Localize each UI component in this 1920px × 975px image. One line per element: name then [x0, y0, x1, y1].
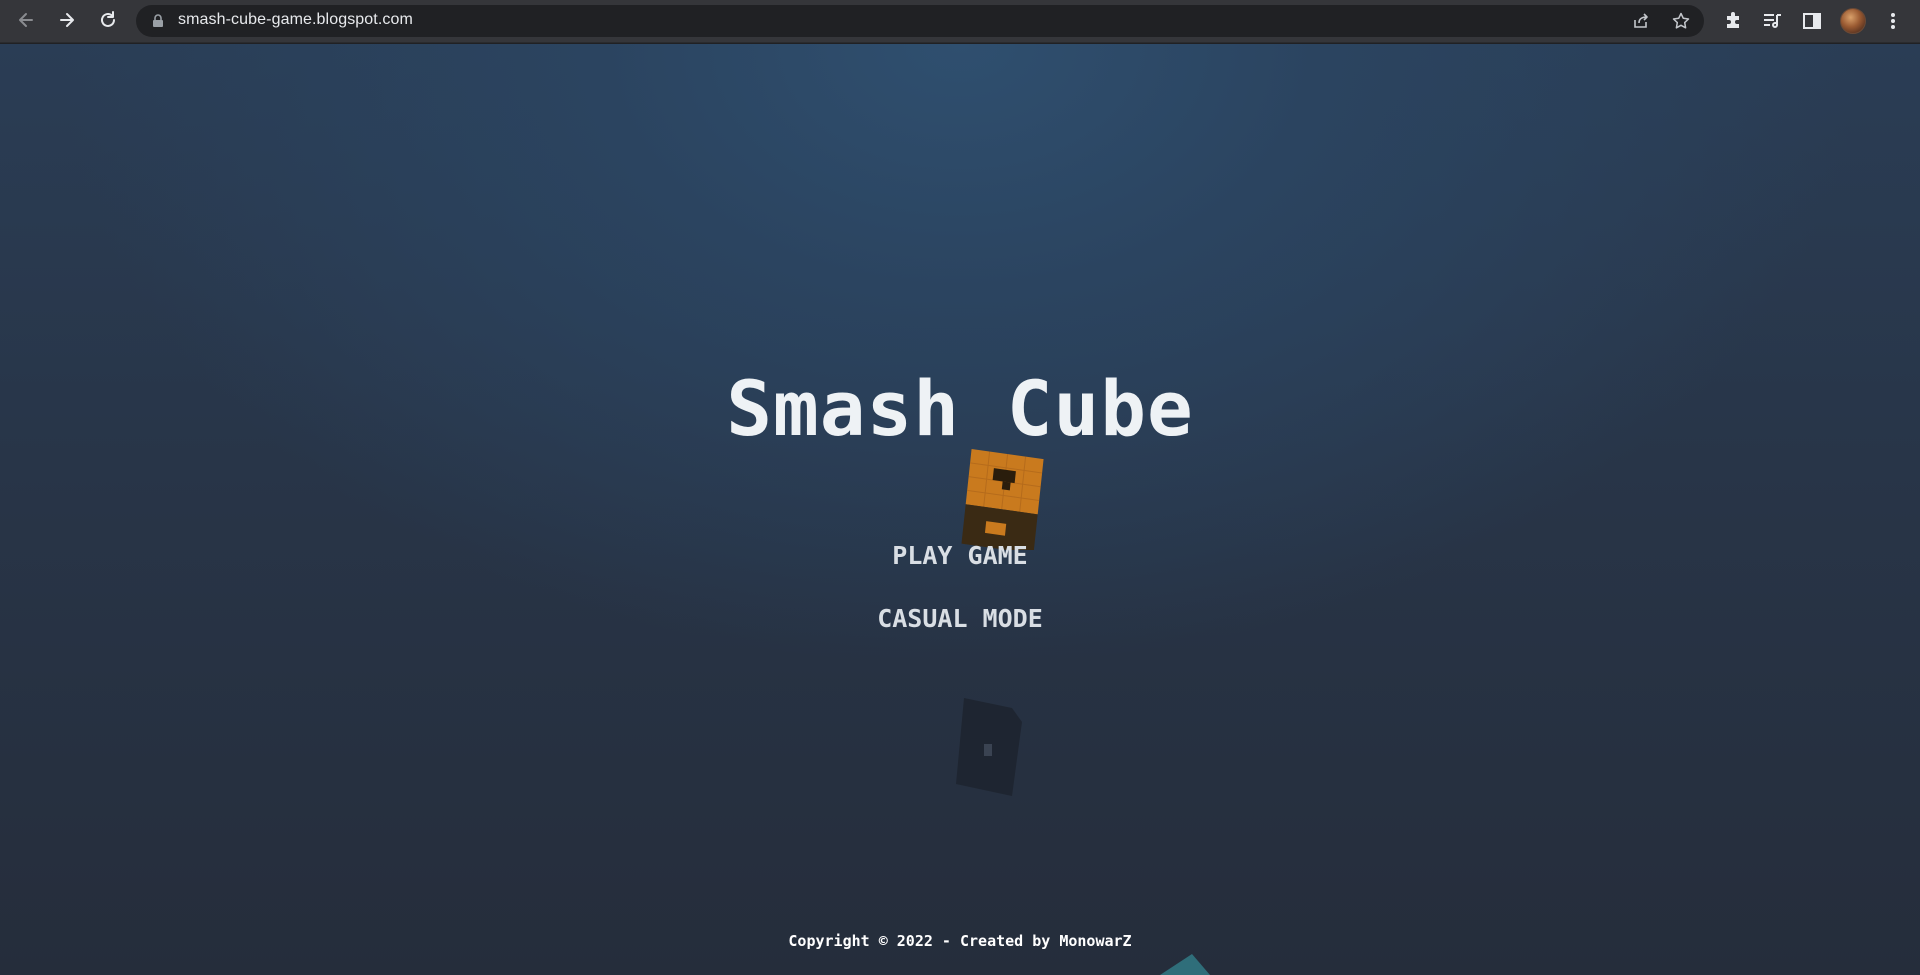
- copyright-footer: Copyright © 2022 - Created by MonowarZ: [788, 932, 1132, 950]
- game-viewport[interactable]: Smash Cube PLAY GAME CASUAL MODE Copyrig…: [0, 44, 1920, 975]
- reload-icon[interactable]: [94, 6, 122, 34]
- side-panel-icon[interactable]: [1801, 10, 1823, 32]
- address-bar[interactable]: smash-cube-game.blogspot.com: [136, 5, 1704, 37]
- play-game-button[interactable]: PLAY GAME: [0, 541, 1920, 570]
- media-icon[interactable]: [1761, 10, 1783, 32]
- back-icon[interactable]: [12, 6, 40, 34]
- star-icon[interactable]: [1671, 11, 1691, 31]
- extensions-icon[interactable]: [1722, 10, 1744, 32]
- orange-cube: [961, 449, 1044, 550]
- share-icon[interactable]: [1631, 11, 1651, 31]
- menu-icon[interactable]: [1882, 10, 1904, 32]
- lock-icon[interactable]: [150, 13, 166, 29]
- browser-toolbar: smash-cube-game.blogspot.com: [0, 0, 1920, 43]
- avatar[interactable]: [1840, 8, 1866, 34]
- teal-cube: [1160, 954, 1210, 975]
- casual-mode-button[interactable]: CASUAL MODE: [0, 604, 1920, 633]
- shadow-cube: [956, 698, 1022, 796]
- casual-mode-label[interactable]: CASUAL MODE: [867, 600, 1053, 637]
- game-title: Smash Cube: [726, 364, 1194, 453]
- url-text[interactable]: smash-cube-game.blogspot.com: [178, 11, 413, 29]
- forward-icon[interactable]: [53, 6, 81, 34]
- play-game-label[interactable]: PLAY GAME: [882, 537, 1037, 574]
